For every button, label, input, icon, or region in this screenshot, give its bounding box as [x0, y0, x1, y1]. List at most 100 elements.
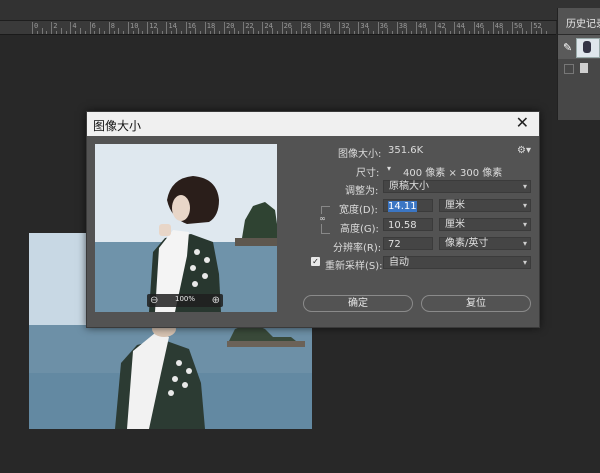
reset-button[interactable]: 复位	[421, 295, 531, 312]
ruler-tick	[497, 31, 499, 34]
ruler-tick	[320, 22, 321, 34]
height-unit: 厘米	[445, 219, 465, 230]
ruler-tick	[372, 31, 374, 34]
ruler-tick	[272, 28, 273, 34]
image-size-value: 351.6K	[388, 145, 424, 156]
resample-select[interactable]: 自动 ▾	[383, 256, 531, 269]
ruler-tick	[51, 22, 53, 34]
history-thumbnail	[576, 38, 600, 58]
height-unit-select[interactable]: 厘米 ▾	[439, 218, 531, 231]
ruler-tick	[214, 28, 216, 34]
ruler-tick	[36, 31, 38, 34]
height-input[interactable]: 10.58	[383, 218, 433, 231]
resolution-input[interactable]: 72	[383, 237, 433, 250]
ruler-tick	[123, 31, 125, 34]
ruler-tick	[300, 22, 302, 34]
resolution-label: 分辨率(R):	[333, 243, 382, 254]
ruler-tick	[113, 31, 115, 34]
ruler-tick	[195, 28, 197, 34]
ruler-tick	[363, 31, 365, 34]
resample-value: 自动	[389, 257, 409, 268]
ruler-tick	[430, 31, 432, 34]
ruler-tick	[128, 22, 129, 34]
ruler-tick	[368, 28, 369, 34]
image-preview[interactable]: ⊖ 100% ⊕	[95, 144, 277, 312]
ruler-tick	[137, 28, 139, 34]
ruler-tick	[41, 28, 43, 34]
preview-zoom-bar: ⊖ 100% ⊕	[147, 294, 223, 307]
ruler-tick	[339, 22, 341, 34]
width-input[interactable]: 14.11	[383, 199, 433, 212]
ruler-tick	[161, 31, 163, 34]
ruler-tick	[468, 31, 470, 34]
ruler-tick	[32, 22, 33, 34]
ruler-tick	[478, 31, 480, 34]
ruler-tick	[219, 31, 221, 34]
ruler-tick	[545, 31, 547, 34]
ruler-tick	[94, 31, 96, 34]
history-source-checkbox[interactable]	[564, 64, 574, 74]
ruler-tick	[233, 28, 235, 34]
ruler-tick	[56, 31, 57, 34]
ruler-tick	[392, 31, 393, 34]
ruler-tick	[176, 28, 177, 34]
ruler-tick	[180, 31, 182, 34]
ruler-tick	[358, 22, 360, 34]
ruler-tick	[190, 31, 192, 34]
ruler-tick	[80, 28, 81, 34]
ruler-tick	[435, 22, 437, 34]
ruler-tick	[305, 31, 307, 34]
ruler-tick	[224, 22, 225, 34]
resolution-value: 72	[388, 239, 401, 250]
chain-link-icon[interactable]: ∞	[319, 214, 326, 224]
ruler-tick	[262, 22, 264, 34]
preview-photo-art	[95, 144, 277, 312]
resolution-unit: 像素/英寸	[445, 238, 489, 249]
dimensions-label: 尺寸:	[356, 168, 380, 179]
history-tab[interactable]: 历史记录	[558, 8, 600, 35]
ruler-tick	[526, 31, 528, 34]
ruler-tick	[185, 22, 187, 34]
image-size-label: 图像大小:	[338, 149, 382, 160]
document-icon	[580, 63, 588, 73]
fit-to-select[interactable]: 原稿大小 ▾	[383, 180, 531, 193]
ruler-tick	[75, 31, 77, 34]
ruler-tick	[406, 28, 408, 34]
close-icon[interactable]: ✕	[516, 114, 529, 132]
dialog-title-bar[interactable]: 图像大小 ✕	[87, 112, 539, 136]
resample-checkbox[interactable]: ✓	[311, 257, 320, 266]
ruler-tick	[531, 22, 533, 34]
image-size-dialog: 图像大小 ✕ ⊖ 100% ⊕ 图像大小: 351.6K ⚙▾ 尺寸: ▾ 40…	[86, 111, 540, 328]
ruler-tick	[411, 31, 413, 34]
gear-icon[interactable]: ⚙▾	[517, 145, 531, 156]
ruler-tick	[516, 31, 518, 34]
ruler-tick	[492, 22, 494, 34]
ruler-tick	[65, 31, 67, 34]
width-unit-select[interactable]: 厘米 ▾	[439, 199, 531, 212]
ruler-tick	[204, 22, 206, 34]
ruler-tick	[267, 31, 269, 34]
ruler-tick	[416, 22, 417, 34]
ruler-tick	[281, 22, 283, 34]
ok-button[interactable]: 确定	[303, 295, 413, 312]
ruler-tick	[420, 31, 422, 34]
ruler-tick	[334, 31, 336, 34]
history-step-row[interactable]	[558, 60, 600, 78]
chevron-down-icon: ▾	[522, 220, 527, 229]
ruler-tick	[353, 31, 355, 34]
width-value: 14.11	[388, 201, 417, 212]
history-snapshot-row[interactable]: ✎	[558, 35, 600, 59]
fit-to-value: 原稿大小	[389, 181, 429, 192]
ruler-label: 4	[72, 22, 77, 30]
resolution-unit-select[interactable]: 像素/英寸 ▾	[439, 237, 531, 250]
ruler-tick	[401, 31, 403, 34]
ruler-tick	[483, 28, 485, 34]
height-label: 高度(G):	[340, 224, 379, 235]
ruler-tick	[118, 28, 120, 34]
ruler-tick	[449, 31, 451, 34]
ruler-tick	[473, 22, 475, 34]
zoom-in-icon[interactable]: ⊕	[212, 294, 220, 307]
ruler-tick	[459, 31, 461, 34]
ruler-label: 8	[110, 22, 116, 30]
dimensions-dropdown-icon[interactable]: ▾	[387, 164, 391, 173]
